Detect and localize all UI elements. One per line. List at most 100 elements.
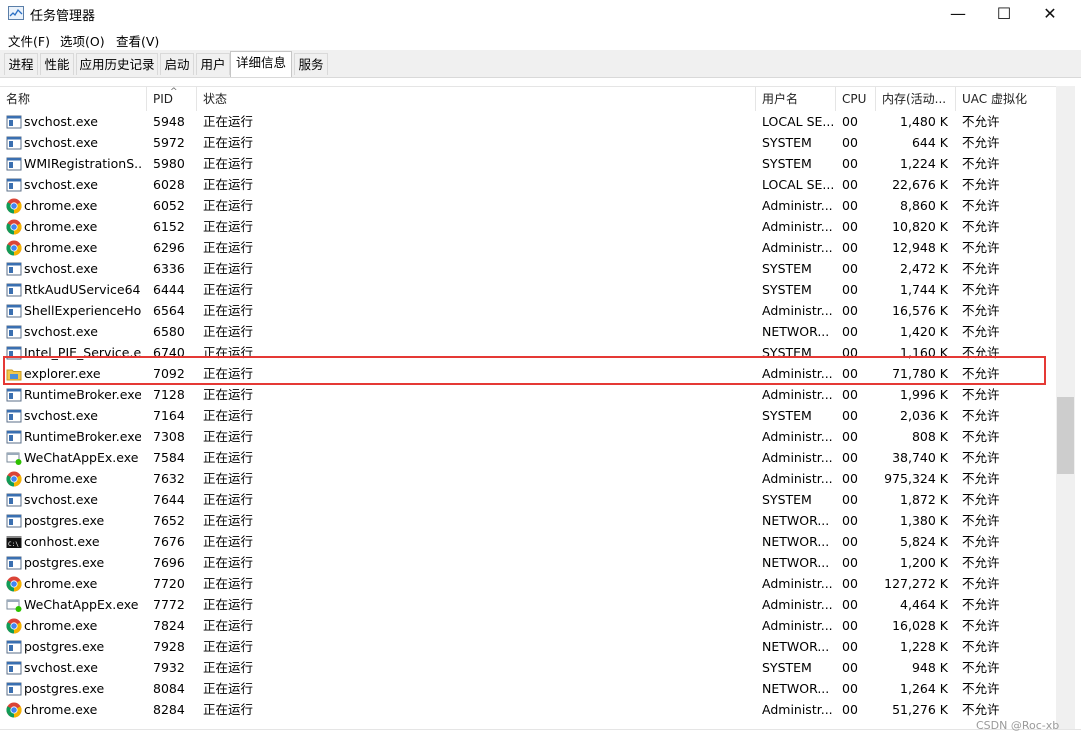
table-row[interactable]: WMIRegistrationS... 5980 正在运行 SYSTEM 00 1,224… (0, 153, 1056, 174)
process-name: postgres.exe (24, 555, 105, 570)
column-header-status[interactable]: 状态 (197, 87, 756, 111)
uac-cell: 不允许 (962, 345, 1000, 360)
process-name: svchost.exe (24, 114, 98, 129)
tab-processes[interactable]: 进程 (4, 53, 38, 75)
user-cell: NETWOR... (762, 324, 830, 339)
cpu-cell: 00 (842, 240, 858, 255)
sort-ascending-icon: ^ (170, 87, 178, 97)
user-cell: SYSTEM (762, 408, 812, 423)
table-row[interactable]: chrome.exe 7824 正在运行 Administr... 00 16,028 K… (0, 615, 1056, 636)
user-cell: NETWOR... (762, 639, 830, 654)
cpu-cell: 00 (842, 282, 858, 297)
chrome-icon (6, 240, 22, 256)
mem-cell: 1,160 K (900, 345, 948, 360)
table-row[interactable]: postgres.exe 8084 正在运行 NETWOR... 00 1,264 K 不允… (0, 678, 1056, 699)
uac-cell: 不允许 (962, 702, 1000, 717)
table-row[interactable]: svchost.exe 6580 正在运行 NETWOR... 00 1,420 K 不允许 (0, 321, 1056, 342)
process-name: svchost.exe (24, 135, 98, 150)
table-row[interactable]: svchost.exe 7164 正在运行 SYSTEM 00 2,036 K 不允许 (0, 405, 1056, 426)
table-row[interactable]: svchost.exe 5948 正在运行 LOCAL SE... 00 1,480 K 不… (0, 111, 1056, 132)
cpu-cell: 00 (842, 534, 858, 549)
table-row[interactable]: svchost.exe 6336 正在运行 SYSTEM 00 2,472 K 不允许 (0, 258, 1056, 279)
tab-performance[interactable]: 性能 (40, 53, 74, 75)
wechat-icon (6, 450, 22, 466)
process-icon (6, 492, 22, 508)
process-name-cell: svchost.exe (0, 132, 147, 153)
pid-cell: 6296 (153, 240, 185, 255)
vertical-scrollbar[interactable] (1056, 86, 1075, 729)
table-row[interactable]: chrome.exe 6052 正在运行 Administr... 00 8,860 K 不… (0, 195, 1056, 216)
mem-cell: 71,780 K (892, 366, 948, 381)
user-cell: SYSTEM (762, 660, 812, 675)
table-row[interactable]: postgres.exe 7928 正在运行 NETWOR... 00 1,228 K 不允… (0, 636, 1056, 657)
status-cell: 正在运行 (203, 408, 254, 423)
process-name: WeChatAppEx.exe (24, 450, 139, 465)
table-row[interactable]: RtkAudUService64.... 6444 正在运行 SYSTEM 00 1,74… (0, 279, 1056, 300)
uac-cell: 不允许 (962, 660, 1000, 675)
process-name: Intel_PIE_Service.exe (24, 345, 141, 360)
table-row[interactable]: chrome.exe 8284 正在运行 Administr... 00 51,276 K… (0, 699, 1056, 720)
tab-details[interactable]: 详细信息 (230, 51, 292, 77)
table-row[interactable]: ShellExperienceHo... 6564 正在运行 Administr...… (0, 300, 1056, 321)
table-row[interactable]: RuntimeBroker.exe 7128 正在运行 Administr... 00 1… (0, 384, 1056, 405)
user-cell: LOCAL SE... (762, 177, 835, 192)
table-row[interactable]: chrome.exe 7720 正在运行 Administr... 00 127,272 … (0, 573, 1056, 594)
chrome-icon (6, 576, 22, 592)
column-header-cpu[interactable]: CPU (836, 87, 876, 111)
menu-options[interactable]: 选项(O) (60, 31, 105, 50)
table-row[interactable]: chrome.exe 6152 正在运行 Administr... 00 10,820 K… (0, 216, 1056, 237)
table-row[interactable]: chrome.exe 6296 正在运行 Administr... 00 12,948 K… (0, 237, 1056, 258)
maximize-button[interactable]: ☐ (981, 0, 1027, 28)
process-name-cell: chrome.exe (0, 468, 147, 489)
cpu-cell: 00 (842, 219, 858, 234)
tab-services[interactable]: 服务 (294, 53, 328, 75)
pid-cell: 5980 (153, 156, 185, 171)
cpu-cell: 00 (842, 597, 858, 612)
mem-cell: 1,264 K (900, 681, 948, 696)
close-button[interactable]: ✕ (1027, 0, 1073, 28)
uac-cell: 不允许 (962, 114, 1000, 129)
tab-users[interactable]: 用户 (196, 53, 230, 75)
process-name-cell: svchost.exe (0, 258, 147, 279)
pid-cell: 7092 (153, 366, 185, 381)
table-row[interactable]: svchost.exe 5972 正在运行 SYSTEM 00 644 K 不允许 (0, 132, 1056, 153)
table-row[interactable]: postgres.exe 7652 正在运行 NETWOR... 00 1,380 K 不允… (0, 510, 1056, 531)
scrollbar-thumb[interactable] (1057, 397, 1074, 474)
chrome-icon (6, 219, 22, 235)
pid-cell: 6580 (153, 324, 185, 339)
table-row[interactable]: svchost.exe 7932 正在运行 SYSTEM 00 948 K 不允许 (0, 657, 1056, 678)
table-row[interactable]: explorer.exe 7092 正在运行 Administr... 00 71,780… (0, 363, 1056, 384)
process-icon (6, 639, 22, 655)
table-row[interactable]: WeChatAppEx.exe 7584 正在运行 Administr... 00 38,… (0, 447, 1056, 468)
user-cell: SYSTEM (762, 345, 812, 360)
minimize-button[interactable]: — (935, 0, 981, 28)
column-header-username[interactable]: 用户名 (756, 87, 836, 111)
menu-view[interactable]: 查看(V) (116, 31, 159, 50)
column-header-uac[interactable]: UAC 虚拟化 (956, 87, 1056, 111)
mem-cell: 1,380 K (900, 513, 948, 528)
cpu-cell: 00 (842, 429, 858, 444)
tab-startup[interactable]: 启动 (160, 53, 194, 75)
chrome-icon (6, 198, 22, 214)
table-row[interactable]: WeChatAppEx.exe 7772 正在运行 Administr... 00 4,4… (0, 594, 1056, 615)
tab-app-history[interactable]: 应用历史记录 (76, 53, 158, 75)
table-row[interactable]: postgres.exe 7696 正在运行 NETWOR... 00 1,200 K 不允… (0, 552, 1056, 573)
user-cell: Administr... (762, 618, 833, 633)
status-cell: 正在运行 (203, 702, 254, 717)
column-header-memory[interactable]: 内存(活动... (876, 87, 956, 111)
table-row[interactable]: C:\ conhost.exe 7676 正在运行 NETWOR... 00 5,824 K… (0, 531, 1056, 552)
table-row[interactable]: Intel_PIE_Service.exe 6740 正在运行 SYSTEM 00 1,1… (0, 342, 1056, 363)
mem-cell: 22,676 K (892, 177, 948, 192)
process-name: chrome.exe (24, 240, 98, 255)
menu-file[interactable]: 文件(F) (8, 31, 50, 50)
table-row[interactable]: svchost.exe 6028 正在运行 LOCAL SE... 00 22,676 K… (0, 174, 1056, 195)
uac-cell: 不允许 (962, 177, 1000, 192)
pid-cell: 6740 (153, 345, 185, 360)
table-row[interactable]: chrome.exe 7632 正在运行 Administr... 00 975,324 … (0, 468, 1056, 489)
column-header-name[interactable]: 名称 (0, 87, 147, 111)
cpu-cell: 00 (842, 135, 858, 150)
process-name: WeChatAppEx.exe (24, 597, 139, 612)
cpu-cell: 00 (842, 576, 858, 591)
table-row[interactable]: svchost.exe 7644 正在运行 SYSTEM 00 1,872 K 不允许 (0, 489, 1056, 510)
table-row[interactable]: RuntimeBroker.exe 7308 正在运行 Administr... 00 8… (0, 426, 1056, 447)
